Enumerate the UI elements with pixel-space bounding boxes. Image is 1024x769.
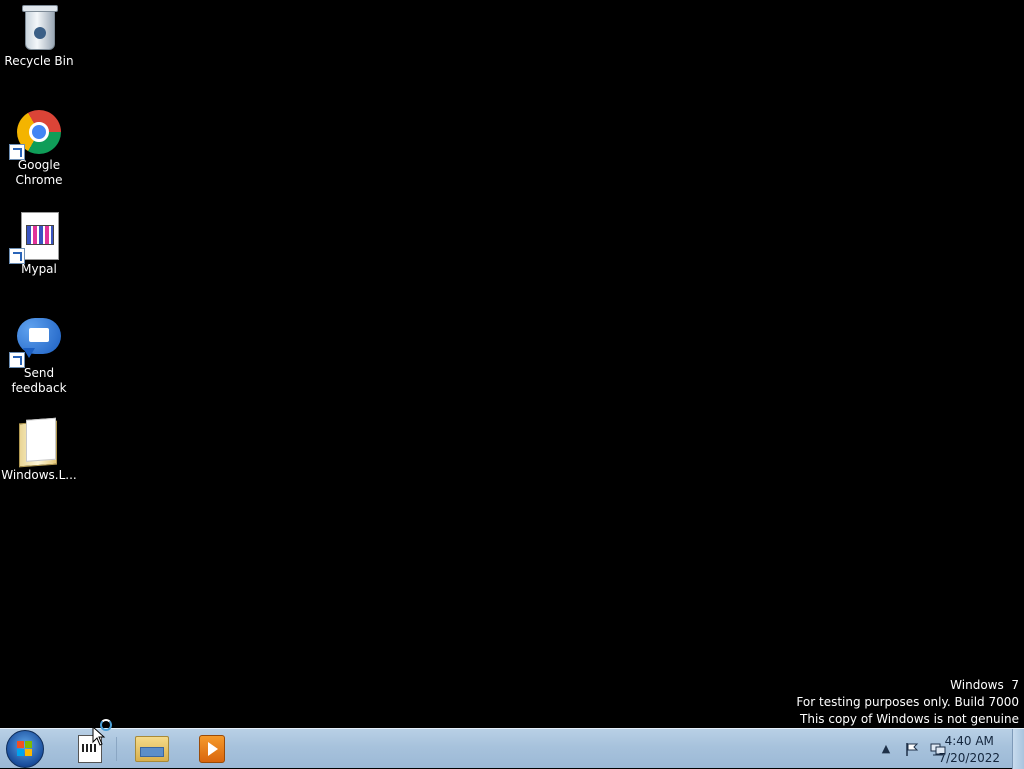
clock-date: 7/20/2022 <box>938 751 1000 765</box>
watermark-genuine: This copy of Windows is not genuine <box>800 712 1019 726</box>
taskbar-explorer-button[interactable] <box>128 732 176 766</box>
mouse-cursor-icon <box>92 726 106 746</box>
media-player-icon <box>199 735 225 763</box>
taskbar-media-player-button[interactable] <box>188 732 236 766</box>
action-center-icon[interactable] <box>904 741 920 757</box>
feedback-icon <box>9 316 63 368</box>
show-desktop-button[interactable] <box>1012 729 1024 769</box>
shortcut-arrow-icon <box>9 248 25 264</box>
shortcut-arrow-icon <box>9 352 25 368</box>
desktop: Recycle Bin Google Chrome Mypal Send fee… <box>0 0 1024 728</box>
start-button[interactable] <box>6 730 44 768</box>
mypal-shortcut[interactable]: Mypal <box>0 212 78 277</box>
recycle-bin[interactable]: Recycle Bin <box>0 4 78 69</box>
taskbar: ▲ 4:40 AM 7/20/2022 <box>0 728 1024 769</box>
show-hidden-icons-button[interactable]: ▲ <box>878 741 894 757</box>
windows-folder[interactable]: Windows.L... <box>0 418 78 483</box>
windows-watermark: Windows 7 For testing purposes only. Bui… <box>796 677 1019 728</box>
send-feedback-shortcut[interactable]: Send feedback <box>0 316 78 396</box>
mypal-icon <box>9 212 63 264</box>
clock-time: 4:40 AM <box>944 734 994 748</box>
watermark-build: For testing purposes only. Build 7000 <box>796 695 1019 709</box>
watermark-title: Windows 7 <box>950 678 1019 692</box>
taskbar-mypal-button[interactable] <box>66 732 114 766</box>
recycle-bin-icon <box>15 4 63 52</box>
taskbar-separator <box>116 737 117 761</box>
windows-folder-label: Windows.L... <box>1 468 77 482</box>
mypal-label: Mypal <box>21 262 57 276</box>
folder-icon <box>15 418 63 468</box>
notification-area: ▲ <box>878 741 946 757</box>
system-clock[interactable]: 4:40 AM 7/20/2022 <box>938 733 1000 767</box>
send-feedback-label: Send feedback <box>11 366 67 395</box>
chrome-icon <box>9 108 63 160</box>
explorer-icon <box>135 736 169 762</box>
recycle-bin-label: Recycle Bin <box>4 54 74 68</box>
google-chrome-label: Google Chrome <box>15 158 63 187</box>
google-chrome-shortcut[interactable]: Google Chrome <box>0 108 78 188</box>
shortcut-arrow-icon <box>9 144 25 160</box>
windows-logo-icon <box>17 741 33 757</box>
